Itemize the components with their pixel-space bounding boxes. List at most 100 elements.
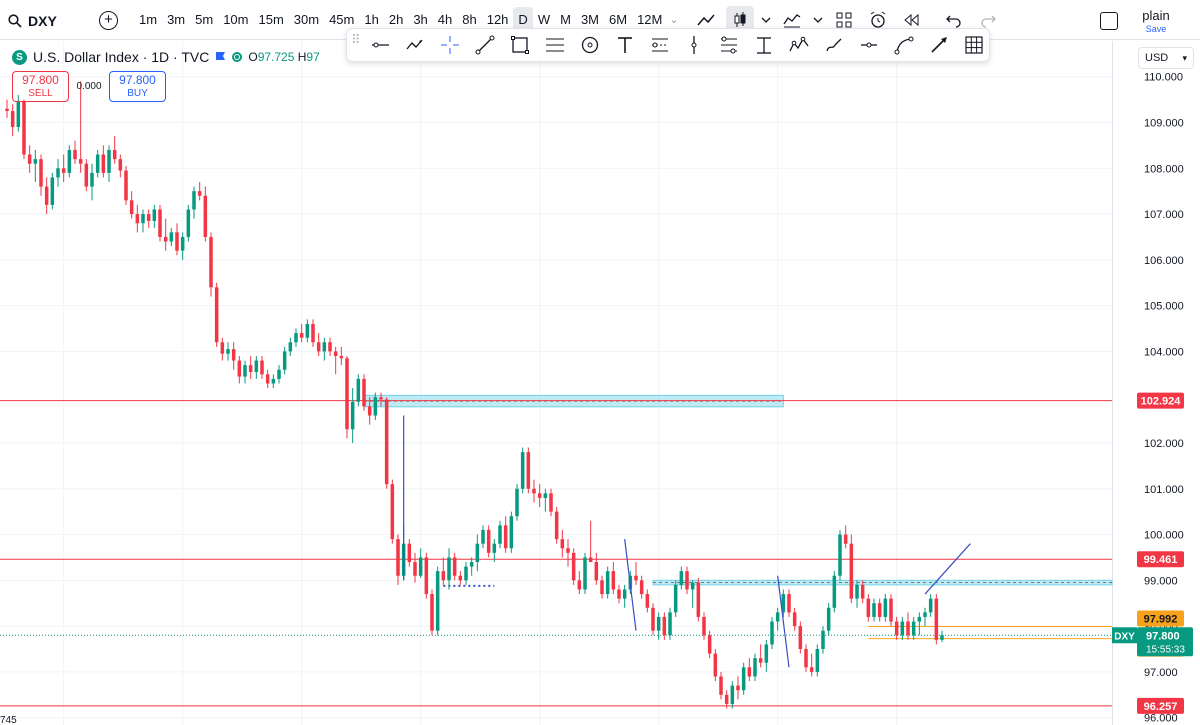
countdown-label: 15:55:33: [1146, 644, 1185, 655]
candle-body: [475, 543, 480, 563]
candle-body: [923, 612, 927, 617]
text-icon[interactable]: [609, 31, 640, 59]
candle-body: [356, 378, 361, 402]
candle-body: [316, 342, 321, 352]
candle-body: [583, 557, 587, 590]
candle-body: [713, 653, 718, 677]
interval-1m[interactable]: 1m: [134, 7, 162, 33]
interval-3m[interactable]: 3m: [162, 7, 190, 33]
candle-body: [10, 111, 15, 128]
candle-body: [883, 598, 888, 617]
sell-button[interactable]: 97.800 SELL: [12, 71, 69, 102]
interval-30m[interactable]: 30m: [289, 7, 324, 33]
candle-body: [299, 333, 304, 338]
curve-icon[interactable]: [888, 31, 919, 59]
candle-body: [396, 539, 400, 576]
candle-body: [50, 177, 55, 205]
candle-body: [407, 543, 412, 563]
path-icon[interactable]: [400, 31, 431, 59]
legend-title[interactable]: U.S. Dollar Index · 1D · TVC: [33, 49, 209, 65]
candle-body: [322, 342, 327, 352]
price-tick-label: 97.000: [1144, 667, 1178, 679]
candle-body: [651, 607, 655, 631]
price-tick-label: 100.000: [1144, 530, 1184, 542]
currency-select[interactable]: USD ▾: [1138, 47, 1194, 69]
candle-body: [645, 594, 650, 608]
vertical-line-icon[interactable]: [679, 31, 710, 59]
candle-body: [894, 621, 899, 636]
horizontal-ray-icon[interactable]: [365, 31, 396, 59]
crosshair-icon[interactable]: [435, 31, 466, 59]
candle-body: [600, 580, 604, 595]
orange-price-label: 97.992: [1144, 613, 1178, 625]
candle-body: [770, 621, 774, 645]
candle-body: [209, 236, 213, 288]
buy-label: BUY: [127, 88, 148, 99]
candle-body: [418, 557, 423, 576]
candle-body: [656, 616, 661, 631]
candle-body: [231, 349, 236, 361]
candle-body: [662, 616, 667, 636]
candle-body: [877, 603, 882, 617]
interval-10m[interactable]: 10m: [218, 7, 253, 33]
price-range-icon[interactable]: [749, 31, 780, 59]
candle-body: [61, 168, 66, 173]
candle-body: [792, 612, 797, 627]
price-tick-label: 108.000: [1144, 163, 1184, 175]
interval-15m[interactable]: 15m: [253, 7, 288, 33]
grid-table-icon[interactable]: [958, 31, 989, 59]
candle-body: [447, 557, 451, 581]
price-chart[interactable]: 110.000 109.000 108.000 107.000 106.000 105.0…: [0, 41, 1200, 725]
symbol-search[interactable]: DXY: [8, 10, 57, 32]
level-price-label: 96.257: [1144, 701, 1178, 713]
candle-body: [821, 630, 825, 649]
drag-handle[interactable]: ⠿: [351, 33, 361, 55]
compare-symbol-plus-icon[interactable]: +: [99, 11, 118, 30]
rectangle-icon[interactable]: [505, 31, 536, 59]
interval-5m[interactable]: 5m: [190, 7, 218, 33]
candle-body: [277, 369, 281, 379]
candle-body: [515, 488, 519, 517]
candle-body: [430, 594, 434, 631]
candle-body: [826, 607, 831, 631]
price-tick-label: 105.000: [1144, 301, 1184, 313]
candle-body: [390, 484, 395, 540]
bottom-partial-label: 745: [0, 715, 17, 725]
fib-channel-icon[interactable]: [714, 31, 745, 59]
market-status-icon[interactable]: [232, 52, 243, 62]
candle-body: [146, 214, 151, 221]
trend-line-icon[interactable]: [470, 31, 501, 59]
candle-body: [311, 323, 315, 343]
last-price-label: 97.800: [1146, 630, 1180, 642]
candle-body: [753, 658, 757, 677]
buy-button[interactable]: 97.800 BUY: [109, 71, 166, 102]
parallel-channel-icon[interactable]: [539, 31, 570, 59]
fib-retracement-icon[interactable]: [644, 31, 675, 59]
candle-body: [44, 186, 49, 205]
candle-body: [186, 209, 191, 237]
candle-body: [537, 493, 542, 498]
horizontal-segment-icon[interactable]: [853, 31, 884, 59]
candle-body: [56, 168, 60, 178]
candle-body: [73, 149, 77, 160]
price-tick-label: 109.000: [1144, 117, 1184, 129]
candle-body: [39, 159, 43, 187]
symbol-logo-icon: S: [12, 49, 27, 65]
candle-body: [214, 287, 219, 343]
circle-icon[interactable]: [574, 31, 605, 59]
candle-body: [362, 378, 366, 407]
candle-body: [690, 582, 695, 590]
arrow-marker-icon[interactable]: [923, 31, 954, 59]
candle-body: [424, 557, 429, 595]
candle-body: [639, 580, 644, 595]
candle-body: [934, 598, 939, 640]
candle-body: [248, 365, 253, 373]
save-layout-button[interactable]: plain Save: [1128, 8, 1184, 34]
flag-icon[interactable]: [215, 51, 226, 63]
elliott-wave-icon[interactable]: [784, 31, 815, 59]
candle-body: [367, 406, 372, 416]
candle-body: [577, 580, 582, 590]
candle-body: [900, 621, 905, 636]
layout-select-icon[interactable]: [1100, 12, 1118, 30]
brush-icon[interactable]: [819, 31, 850, 59]
